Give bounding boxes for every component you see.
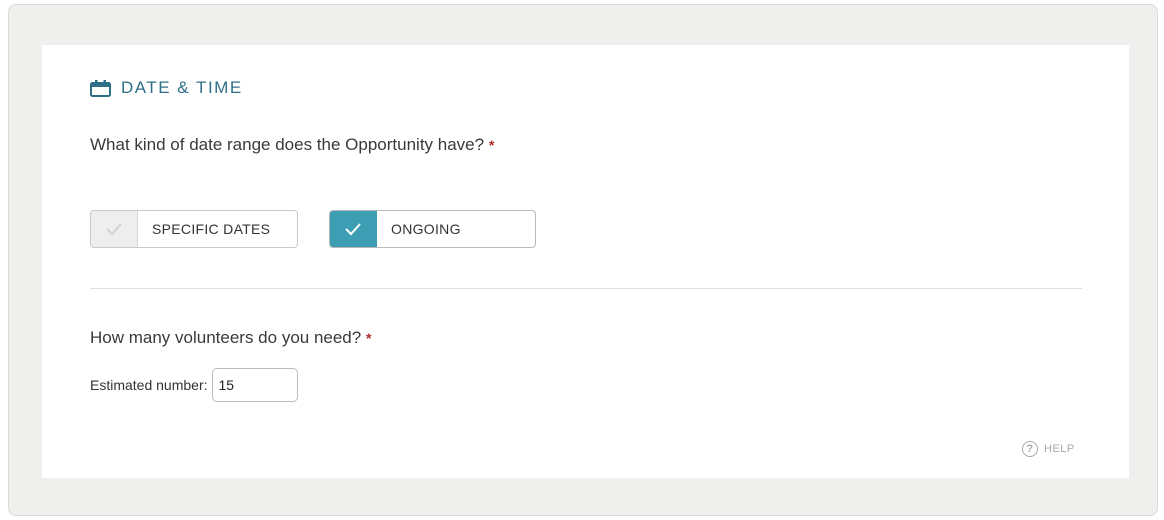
volunteers-question: How many volunteers do you need? * — [90, 328, 371, 348]
option-ongoing[interactable]: ONGOING — [329, 210, 536, 248]
help-label: HELP — [1044, 443, 1075, 455]
estimate-input[interactable] — [211, 368, 298, 402]
option-label: ONGOING — [391, 221, 461, 237]
check-icon — [106, 223, 122, 236]
section-header: DATE & TIME — [90, 78, 243, 98]
required-marker: * — [365, 330, 372, 346]
section-title: DATE & TIME — [121, 78, 243, 97]
divider — [90, 288, 1082, 289]
help-link[interactable]: ? HELP — [1022, 441, 1075, 457]
estimate-row: Estimated number: — [90, 368, 298, 402]
check-icon — [345, 223, 361, 236]
date-range-question-text: What kind of date range does the Opportu… — [90, 135, 485, 154]
option-label: SPECIFIC DATES — [152, 221, 271, 237]
checkbox-unchecked[interactable] — [91, 211, 138, 247]
estimate-label: Estimated number: — [90, 377, 208, 393]
required-marker: * — [488, 137, 495, 153]
option-specific-dates[interactable]: SPECIFIC DATES — [90, 210, 298, 248]
volunteers-question-text: How many volunteers do you need? — [90, 328, 362, 347]
form-card: DATE & TIME What kind of date range does… — [42, 45, 1129, 478]
checkbox-checked[interactable] — [330, 211, 377, 247]
question-circle-icon: ? — [1022, 441, 1038, 457]
calendar-icon — [90, 80, 111, 97]
date-range-question: What kind of date range does the Opportu… — [90, 135, 494, 155]
